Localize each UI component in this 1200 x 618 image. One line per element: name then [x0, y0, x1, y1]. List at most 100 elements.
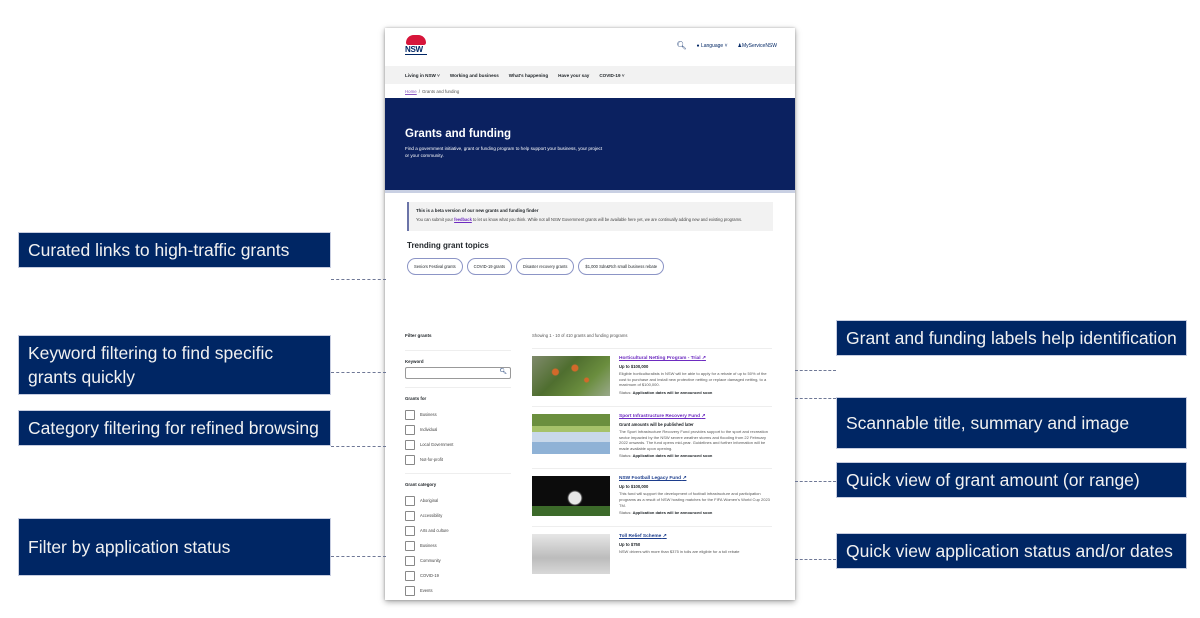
checkbox-row[interactable]: Local Government [405, 437, 511, 452]
nav-item-working[interactable]: Working and business [450, 73, 499, 78]
checkbox[interactable] [405, 424, 415, 435]
nav-item-happening[interactable]: What's happening [509, 73, 548, 78]
grant-title-link[interactable]: Sport Infrastructure Recovery Fund ↗ [619, 414, 772, 419]
annotation-scannable-card: Scannable title, summary and image [836, 397, 1187, 449]
checkbox[interactable] [405, 409, 415, 420]
checkbox[interactable] [405, 555, 415, 566]
checkbox-label: Accessibility [420, 513, 443, 518]
annotation-curated-links: Curated links to high-traffic grants [18, 232, 331, 268]
grant-title: Horticultural Netting Program - Trial [619, 356, 701, 361]
trending-title: Trending grant topics [407, 241, 489, 250]
checkbox[interactable] [405, 570, 415, 581]
connector-line [795, 370, 836, 371]
checkbox-label: COVID-19 [420, 573, 439, 578]
grant-status: Status: Application dates will be announ… [619, 510, 772, 515]
connector-line [331, 279, 386, 280]
beta-notice: This is a beta version of our new grants… [407, 202, 773, 231]
grant-title: Sport Infrastructure Recovery Fund [619, 414, 701, 419]
checkbox-row[interactable]: Aboriginal [405, 493, 511, 508]
external-link-icon: ↗ [682, 476, 687, 482]
logo-text: NSW [405, 45, 427, 55]
breadcrumb-separator: / [418, 88, 420, 94]
divider [405, 387, 511, 388]
divider [405, 350, 511, 351]
divider [405, 473, 511, 474]
beta-notice-body: You can submit your feedback to let us k… [416, 217, 766, 223]
breadcrumb-current: Grants and funding [421, 88, 460, 94]
checkbox-row[interactable]: Not-for-profit [405, 452, 511, 467]
topic-pill[interactable]: Seniors Festival grants [407, 258, 463, 275]
feedback-link[interactable]: feedback [454, 217, 472, 222]
chevron-down-icon: ˅ [437, 72, 440, 78]
account-link[interactable]: ♟MyServiceNSW [738, 43, 778, 49]
checkbox[interactable] [405, 495, 415, 506]
account-label: MyServiceNSW [741, 42, 777, 49]
checkbox-label: Business [420, 543, 437, 548]
breadcrumb: Home / Grants and funding [385, 84, 795, 98]
keyword-label: Keyword [405, 359, 424, 364]
checkbox-row[interactable]: Individual [405, 422, 511, 437]
site-header: NSW 🔍︎ ● Language ˅ ♟MyServiceNSW [385, 28, 795, 66]
waratah-icon [406, 35, 426, 45]
checkbox[interactable] [405, 540, 415, 551]
nav-item-have-your-say[interactable]: Have your say [558, 73, 589, 78]
toll-gantry-photo [532, 534, 610, 575]
status-value: Application dates will be announced soon [632, 389, 713, 395]
external-link-icon: ↗ [662, 534, 667, 540]
checkbox[interactable] [405, 454, 415, 465]
grant-summary: NSW drivers with more than $375 in tolls… [619, 549, 740, 555]
nsw-logo[interactable]: NSW [405, 35, 427, 59]
topic-pill[interactable]: COVID-19 grants [466, 258, 513, 275]
grant-summary: Eligible horticulturalists in NSW will b… [619, 371, 767, 388]
checkbox-row[interactable]: Accessibility [405, 508, 511, 523]
grant-summary: The Sport Infrastructure Recovery Fund p… [619, 429, 768, 451]
grant-summary: This fund will support the development o… [619, 491, 770, 508]
nav-item-living[interactable]: Living in NSW ˅ [405, 73, 440, 78]
checkbox-row[interactable]: Arts and culture [405, 523, 511, 538]
search-icon[interactable]: 🔍︎ [676, 41, 686, 50]
connector-line [331, 556, 386, 557]
connector-line [795, 559, 836, 560]
results-list: Showing 1 - 10 of 410 grants and funding… [532, 333, 772, 584]
grant-title-link[interactable]: NSW Football Legacy Fund ↗ [619, 476, 772, 481]
filter-title: Filter grants [405, 333, 432, 338]
filter-panel: Filter grants Keyword 🔍︎ Grants for Busi… [405, 333, 511, 598]
language-selector[interactable]: ● Language ˅ [697, 43, 728, 49]
grant-amount: Grant amounts will be published later [619, 422, 694, 427]
beta-notice-title: This is a beta version of our new grants… [416, 208, 539, 213]
checkbox[interactable] [405, 585, 415, 596]
search-icon[interactable]: 🔍︎ [499, 368, 507, 375]
football-photo [532, 476, 610, 517]
chevron-down-icon: ˅ [724, 42, 728, 49]
checkbox[interactable] [405, 525, 415, 536]
nav-item-covid[interactable]: COVID-19 ˅ [599, 73, 624, 78]
chevron-down-icon: ˅ [621, 72, 625, 78]
body-text: You can submit your [416, 217, 455, 222]
checkbox-label: Community [420, 558, 441, 563]
connector-line [795, 398, 836, 399]
status-label: Status: [619, 453, 632, 459]
globe-icon: ● [696, 42, 700, 49]
topic-pill[interactable]: Disaster recovery grants [516, 258, 575, 275]
checkbox-label: Events [420, 588, 433, 593]
checkbox[interactable] [405, 439, 415, 450]
checkbox-row[interactable]: Business [405, 407, 511, 422]
topic-pill[interactable]: $1,000 Sdn&Rch small business rebate [578, 258, 665, 275]
grant-card: Horticultural Netting Program - Trial ↗ … [532, 348, 772, 406]
flooded-field-photo [532, 414, 610, 454]
annotation-status-filter: Filter by application status [18, 518, 331, 576]
checkbox-row[interactable]: Business [405, 538, 511, 553]
breadcrumb-home[interactable]: Home [405, 89, 417, 94]
checkbox-row[interactable]: Community [405, 553, 511, 568]
grant-amount: Up to $750 [619, 542, 641, 548]
checkbox-row[interactable]: COVID-19 [405, 568, 511, 583]
checkbox-label: Individual [420, 427, 438, 432]
grant-title-link[interactable]: Toll Relief Scheme ↗ [619, 534, 772, 539]
page-title: Grants and funding [405, 128, 512, 140]
checkbox[interactable] [405, 510, 415, 521]
language-label: Language [700, 42, 724, 49]
main-nav: Living in NSW ˅ Working and business Wha… [385, 66, 795, 84]
keyword-input[interactable]: 🔍︎ [405, 367, 511, 379]
grant-title-link[interactable]: Horticultural Netting Program - Trial ↗ [619, 356, 772, 361]
checkbox-row[interactable]: Events [405, 583, 511, 598]
